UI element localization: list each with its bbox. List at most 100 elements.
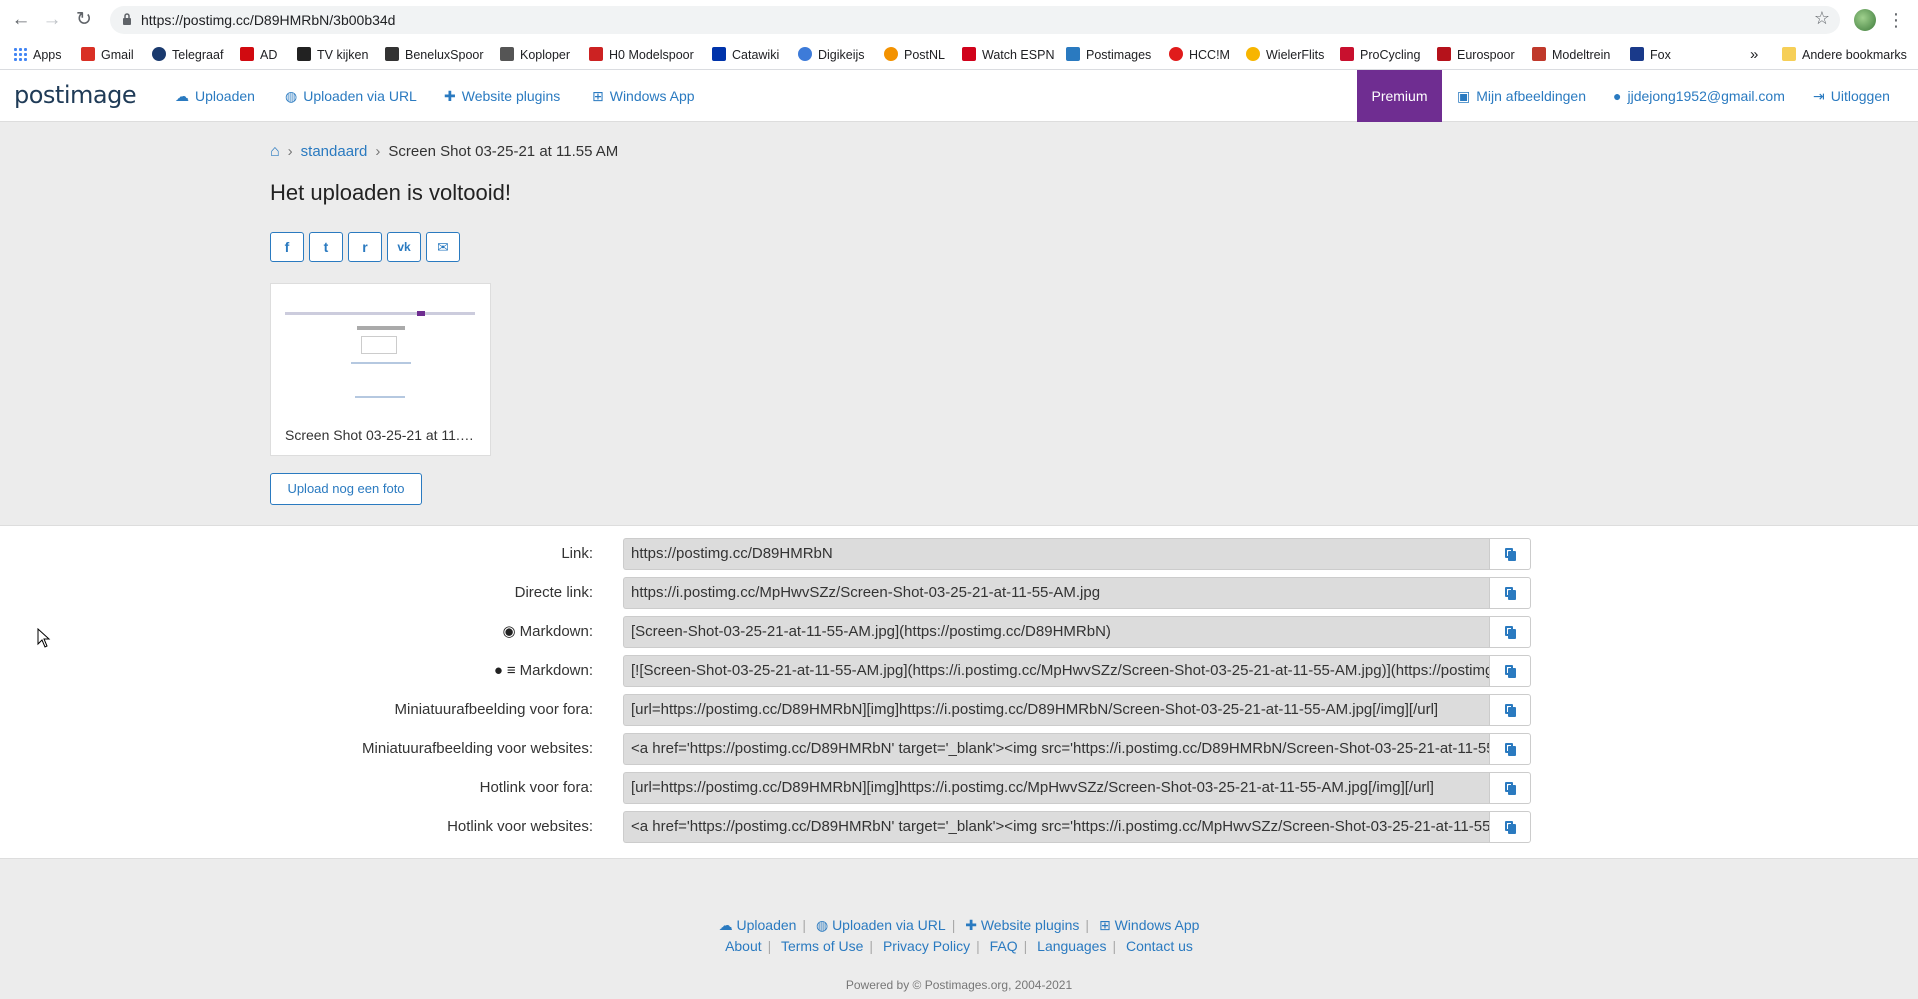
thumbnail-forum-field[interactable]: [url=https://postimg.cc/D89HMRbN][img]ht…: [623, 694, 1489, 726]
facebook-share-button[interactable]: f: [270, 232, 304, 262]
more-bookmarks-chevron-icon[interactable]: »: [1750, 40, 1758, 70]
premium-button[interactable]: Premium: [1357, 70, 1442, 122]
bookmark-telegraaf[interactable]: Telegraaf: [152, 40, 223, 70]
bookmark-eurospoor[interactable]: Eurospoor: [1437, 40, 1515, 70]
copy-icon: [1505, 704, 1516, 717]
home-icon[interactable]: ⌂: [270, 143, 280, 160]
footer-copyright: Powered by © Postimages.org, 2004-2021: [845, 978, 1073, 992]
copy-button[interactable]: [1489, 616, 1531, 648]
markdown-reddit-field[interactable]: [Screen-Shot-03-25-21-at-11-55-AM.jpg](h…: [623, 616, 1489, 648]
copy-icon: [1505, 548, 1516, 561]
forward-icon[interactable]: →: [40, 8, 64, 32]
hccm-icon: [1169, 47, 1183, 61]
breadcrumb-chevron-icon: ›: [287, 143, 293, 160]
footer-windows-app[interactable]: ⊞ Windows App: [1099, 917, 1199, 933]
back-icon[interactable]: ←: [9, 8, 33, 32]
uploaded-image-thumbnail[interactable]: [285, 308, 475, 406]
copy-button[interactable]: [1489, 694, 1531, 726]
modeltrein-icon: [1532, 47, 1546, 61]
bookmark-postnl[interactable]: PostNL: [884, 40, 945, 70]
breadcrumb-folder[interactable]: standaard: [301, 143, 368, 160]
postimage-logo[interactable]: postimage: [14, 81, 137, 109]
tv-icon: [297, 47, 311, 61]
hotlink-website-label: Hotlink voor websites:: [447, 818, 593, 835]
footer-terms[interactable]: Terms of Use: [781, 938, 863, 954]
footer-languages[interactable]: Languages: [1037, 938, 1106, 954]
bookmark-fox[interactable]: Fox: [1630, 40, 1671, 70]
procycling-icon: [1340, 47, 1354, 61]
footer-upload-url[interactable]: ◍ Uploaden via URL: [816, 917, 946, 933]
thumbnail-website-field[interactable]: <a href='https://postimg.cc/D89HMRbN' ta…: [623, 733, 1489, 765]
nav-account-email[interactable]: ● jjdejong1952@gmail.com: [1613, 70, 1785, 122]
copy-icon: [1505, 821, 1516, 834]
markdown-reddit-row: ◉ Markdown: [Screen-Shot-03-25-21-at-11-5…: [0, 616, 1918, 648]
hotlink-forum-field[interactable]: [url=https://postimg.cc/D89HMRbN][img]ht…: [623, 772, 1489, 804]
footer-privacy[interactable]: Privacy Policy: [883, 938, 970, 954]
copy-button[interactable]: [1489, 733, 1531, 765]
footer-contact[interactable]: Contact us: [1126, 938, 1193, 954]
hotlink-website-field[interactable]: <a href='https://postimg.cc/D89HMRbN' ta…: [623, 811, 1489, 843]
reload-icon[interactable]: ↻: [72, 8, 96, 32]
fox-icon: [1630, 47, 1644, 61]
bookmark-gmail[interactable]: Gmail: [81, 40, 134, 70]
hotlink-forum-row: Hotlink voor fora: [url=https://postimg.…: [0, 772, 1918, 804]
omnibox[interactable]: https://postimg.cc/D89HMRbN/3b00b34d ☆: [110, 6, 1840, 34]
bookmark-watch-espn[interactable]: Watch ESPN: [962, 40, 1054, 70]
footer-about[interactable]: About: [725, 938, 762, 954]
koploper-icon: [500, 47, 514, 61]
cloud-upload-icon: ☁: [175, 88, 189, 104]
copy-button[interactable]: [1489, 772, 1531, 804]
bookmark-tv-kijken[interactable]: TV kijken: [297, 40, 368, 70]
copy-button[interactable]: [1489, 811, 1531, 843]
bookmark-procycling[interactable]: ProCycling: [1340, 40, 1420, 70]
copy-icon: [1505, 782, 1516, 795]
bookmark-wielerflits[interactable]: WielerFlits: [1246, 40, 1324, 70]
bookmark-star-icon[interactable]: ☆: [1814, 8, 1830, 29]
copy-button[interactable]: [1489, 538, 1531, 570]
copy-button[interactable]: [1489, 655, 1531, 687]
bookmarks-bar: Apps Gmail Telegraaf AD TV kijken Benelu…: [0, 40, 1918, 70]
direct-link-field[interactable]: https://i.postimg.cc/MpHwvSZz/Screen-Sho…: [623, 577, 1489, 609]
footer-links: About | Terms of Use | Privacy Policy | FAQ…: [725, 938, 1193, 954]
nav-website-plugins[interactable]: ✚ Website plugins: [444, 70, 560, 122]
vk-icon: vk: [397, 240, 411, 254]
twitter-share-button[interactable]: t: [309, 232, 343, 262]
vk-share-button[interactable]: vk: [387, 232, 421, 262]
browser-menu-icon[interactable]: ⋮: [1887, 6, 1905, 34]
uploaded-image-card[interactable]: Screen Shot 03-25-21 at 11.55 AM: [270, 283, 491, 456]
bookmark-apps[interactable]: Apps: [13, 40, 62, 70]
copy-icon: [1505, 665, 1516, 678]
copy-icon: [1505, 587, 1516, 600]
bookmark-digikeijs[interactable]: Digikeijs: [798, 40, 865, 70]
markdown-github-field[interactable]: [![Screen-Shot-03-25-21-at-11-55-AM.jpg]…: [623, 655, 1489, 687]
copy-button[interactable]: [1489, 577, 1531, 609]
nav-upload-url[interactable]: ◍ Uploaden via URL: [285, 70, 417, 122]
reddit-share-button[interactable]: r: [348, 232, 382, 262]
profile-avatar[interactable]: [1854, 9, 1876, 31]
bookmark-h0-modelspoor[interactable]: H0 Modelspoor: [589, 40, 694, 70]
nav-logout[interactable]: ⇥ Uitloggen: [1813, 70, 1890, 122]
user-icon: ●: [1613, 88, 1622, 104]
bookmark-hccm[interactable]: HCC!M: [1169, 40, 1230, 70]
footer-upload[interactable]: ☁ Uploaden: [719, 917, 797, 933]
upload-another-button[interactable]: Upload nog een foto: [270, 473, 422, 505]
footer-website-plugins[interactable]: ✚ Website plugins: [965, 917, 1079, 933]
bookmark-beneluxspoor[interactable]: BeneluxSpoor: [385, 40, 484, 70]
bookmark-modeltrein[interactable]: Modeltrein: [1532, 40, 1610, 70]
nav-windows-app[interactable]: ⊞ Windows App: [592, 70, 695, 122]
link-field[interactable]: https://postimg.cc/D89HMRbN: [623, 538, 1489, 570]
email-share-button[interactable]: ✉: [426, 232, 460, 262]
browser-chrome: ← → ↻ https://postimg.cc/D89HMRbN/3b00b3…: [0, 0, 1918, 70]
bookmark-catawiki[interactable]: Catawiki: [712, 40, 779, 70]
bookmark-postimages[interactable]: Postimages: [1066, 40, 1151, 70]
windows-icon: ⊞: [1098, 917, 1115, 933]
bookmark-ad[interactable]: AD: [240, 40, 277, 70]
bookmark-other[interactable]: Andere bookmarks: [1782, 40, 1907, 70]
logout-icon: ⇥: [1813, 88, 1825, 104]
nav-upload[interactable]: ☁ Uploaden: [175, 70, 255, 122]
footer-faq[interactable]: FAQ: [990, 938, 1018, 954]
nav-my-images[interactable]: ▣ Mijn afbeeldingen: [1457, 70, 1586, 122]
copy-icon: [1505, 743, 1516, 756]
bookmark-koploper[interactable]: Koploper: [500, 40, 570, 70]
envelope-icon: ✉: [437, 239, 449, 255]
